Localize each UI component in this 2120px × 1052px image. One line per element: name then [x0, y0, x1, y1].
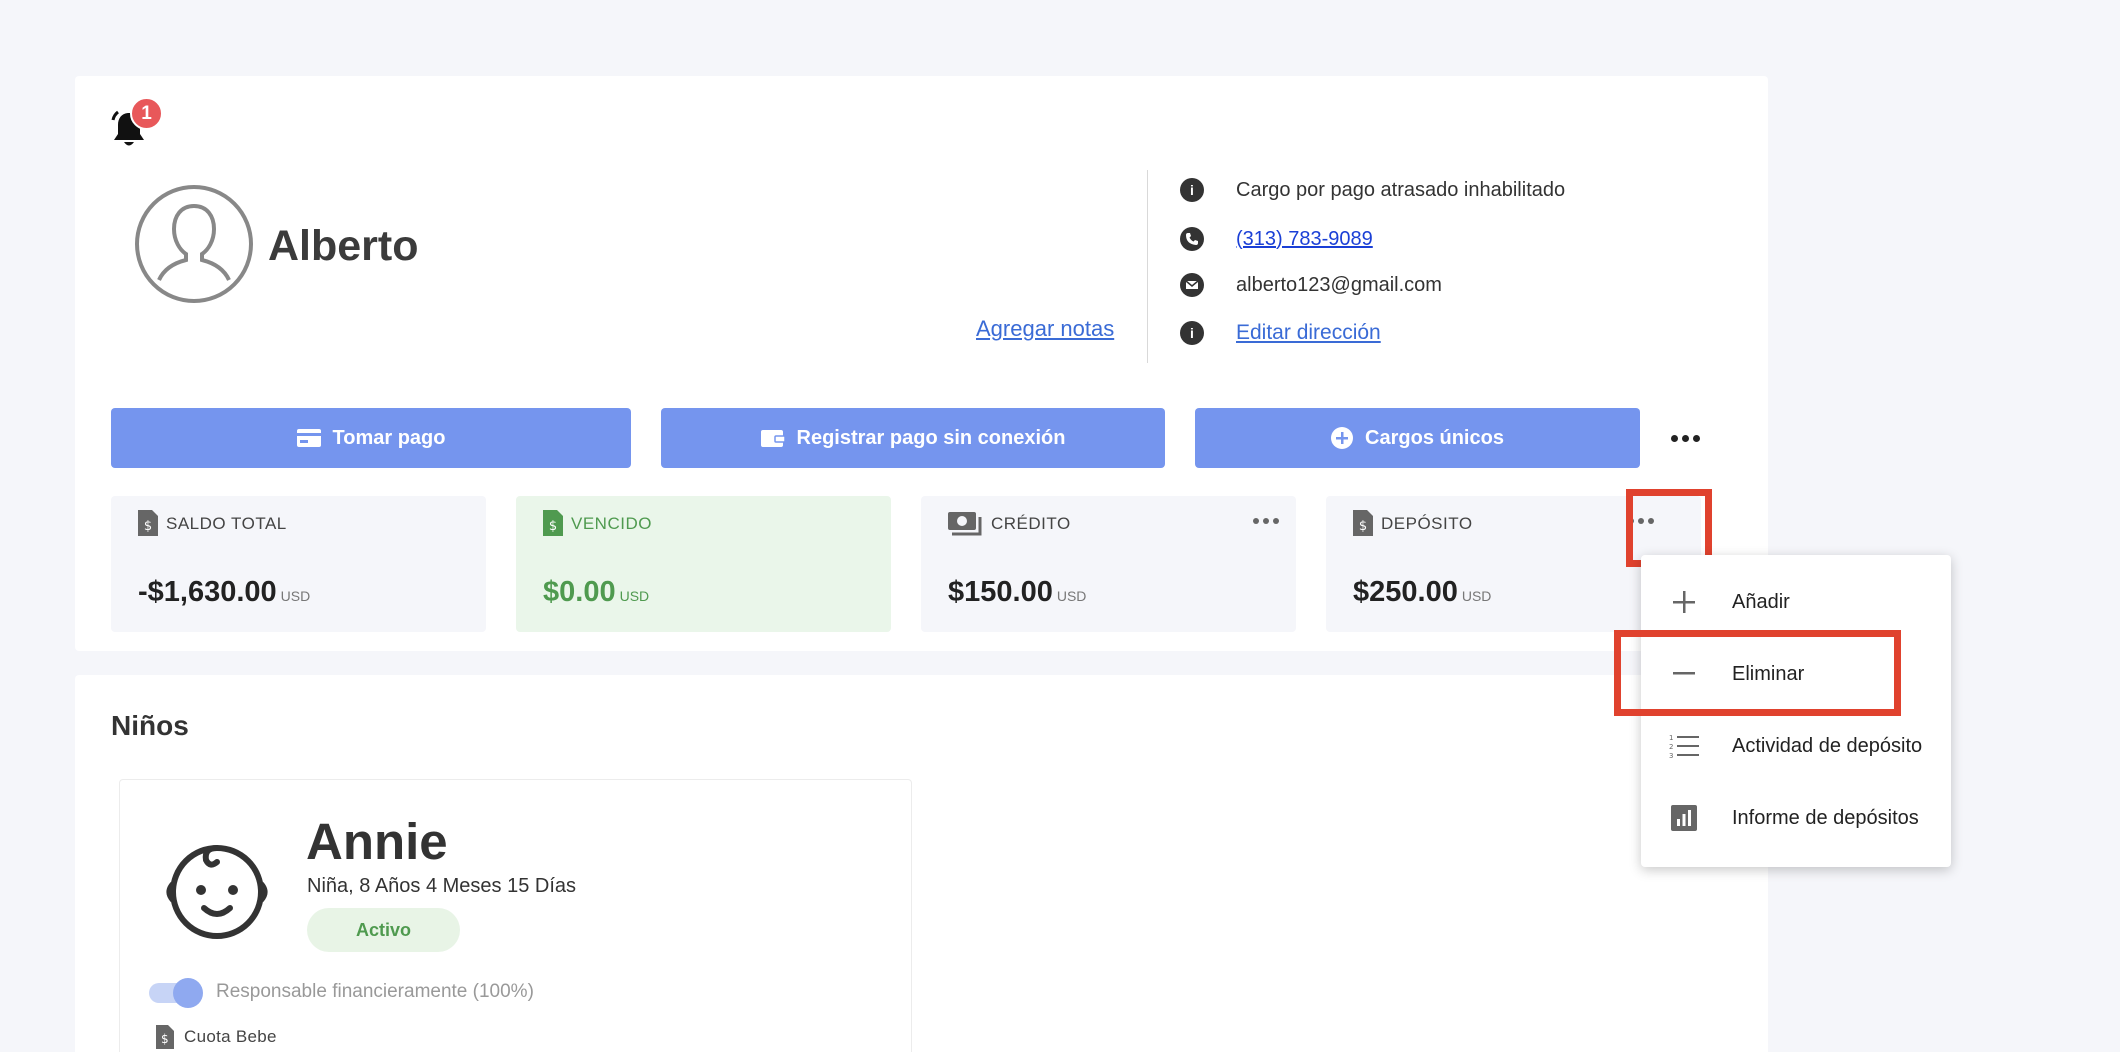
invoice-icon: $ [156, 1025, 174, 1049]
status-badge: Activo [307, 908, 460, 952]
dot [1681, 434, 1689, 442]
menu-item-deposit-activity[interactable]: 1 2 3 Actividad de depósito [1641, 716, 1951, 776]
balance-amount: $150.00 USD [948, 576, 1086, 609]
svg-text:$: $ [144, 519, 152, 534]
currency: USD [280, 588, 311, 604]
menu-item-add[interactable]: Añadir [1641, 572, 1951, 632]
divider [1147, 170, 1148, 363]
info-icon: i [1180, 321, 1204, 345]
plus-icon [1669, 591, 1699, 613]
fee-row: $ Cuota Bebe [156, 1025, 277, 1049]
svg-text:$: $ [161, 1032, 169, 1046]
late-fee-text: Cargo por pago atrasado inhabilitado [1236, 178, 1566, 201]
svg-text:1: 1 [1669, 734, 1673, 742]
invoice-icon: $ [138, 510, 158, 536]
balance-tile-total: $ SALDO TOTAL -$1,630.00 USD [111, 496, 486, 632]
svg-text:$: $ [1359, 519, 1367, 534]
balance-tile-credit: CRÉDITO $150.00 USD [921, 496, 1296, 632]
balance-label: VENCIDO [571, 514, 652, 533]
offline-payment-label: Registrar pago sin conexión [796, 426, 1066, 449]
wallet-icon [760, 428, 785, 448]
one-time-charges-label: Cargos únicos [1365, 426, 1504, 449]
take-payment-label: Tomar pago [332, 426, 446, 449]
numbered-list-icon: 1 2 3 [1669, 733, 1699, 759]
phone-icon [1180, 227, 1204, 251]
invoice-icon: $ [1353, 510, 1373, 536]
cash-icon [948, 510, 982, 536]
amount-value: $250.00 [1353, 576, 1458, 608]
parent-name: Alberto [268, 222, 419, 270]
email-icon [1180, 273, 1204, 297]
dot [1263, 518, 1269, 524]
menu-item-label: Añadir [1732, 590, 1790, 613]
fee-label: Cuota Bebe [184, 1027, 277, 1046]
edit-address-link[interactable]: Editar dirección [1236, 321, 1381, 345]
balance-amount: -$1,630.00 USD [138, 576, 310, 609]
phone-row: (313) 783-9089 [1180, 227, 1373, 251]
dot [1273, 518, 1279, 524]
credit-more-button[interactable] [1253, 518, 1279, 524]
balance-label: DEPÓSITO [1381, 514, 1473, 533]
one-time-charges-button[interactable]: Cargos únicos [1195, 408, 1640, 468]
balance-label: CRÉDITO [991, 514, 1071, 533]
offline-payment-button[interactable]: Registrar pago sin conexión [661, 408, 1165, 468]
financial-responsible-label: Responsable financieramente (100%) [216, 981, 534, 1002]
child-details: Niña, 8 Años 4 Meses 15 Días [307, 875, 577, 897]
invoice-icon: $ [543, 510, 563, 536]
highlight-box [1614, 630, 1901, 716]
currency: USD [1056, 588, 1087, 604]
phone-link[interactable]: (313) 783-9089 [1236, 228, 1373, 251]
balance-tile-overdue: $ VENCIDO $0.00 USD [516, 496, 891, 632]
balance-label: SALDO TOTAL [166, 514, 287, 533]
notification-count-badge: 1 [130, 97, 163, 130]
child-name: Annie [306, 813, 448, 870]
address-row: i Editar dirección [1180, 321, 1381, 345]
financial-responsible-toggle[interactable] [149, 978, 205, 1008]
take-payment-button[interactable]: Tomar pago [111, 408, 631, 468]
amount-value: $0.00 [543, 576, 616, 608]
amount-value: $150.00 [948, 576, 1053, 608]
menu-item-label: Actividad de depósito [1732, 734, 1923, 757]
bar-chart-icon [1669, 805, 1699, 831]
baby-face-icon [164, 834, 270, 940]
email-text: alberto123@gmail.com [1236, 273, 1442, 296]
currency: USD [619, 588, 650, 604]
balance-amount: $250.00 USD [1353, 576, 1491, 609]
menu-item-label: Informe de depósitos [1732, 806, 1919, 829]
add-notes-link[interactable]: Agregar notas [976, 316, 1114, 342]
amount-value: -$1,630.00 [138, 576, 277, 608]
email-row: alberto123@gmail.com [1180, 273, 1442, 297]
dot [1692, 434, 1700, 442]
menu-item-deposit-report[interactable]: Informe de depósitos [1641, 788, 1951, 848]
dot [1670, 434, 1678, 442]
more-actions-button[interactable] [1668, 425, 1702, 451]
credit-card-icon [296, 429, 321, 447]
dot [1253, 518, 1259, 524]
avatar [134, 184, 254, 304]
currency: USD [1461, 588, 1492, 604]
toggle-knob [173, 978, 203, 1008]
svg-text:$: $ [549, 519, 557, 534]
plus-circle-icon [1331, 427, 1354, 449]
svg-text:3: 3 [1669, 752, 1673, 759]
late-fee-row: i Cargo por pago atrasado inhabilitado [1180, 178, 1565, 202]
svg-text:2: 2 [1669, 743, 1673, 751]
children-section-title: Niños [111, 710, 189, 741]
balance-amount: $0.00 USD [543, 576, 649, 609]
info-icon: i [1180, 178, 1204, 202]
